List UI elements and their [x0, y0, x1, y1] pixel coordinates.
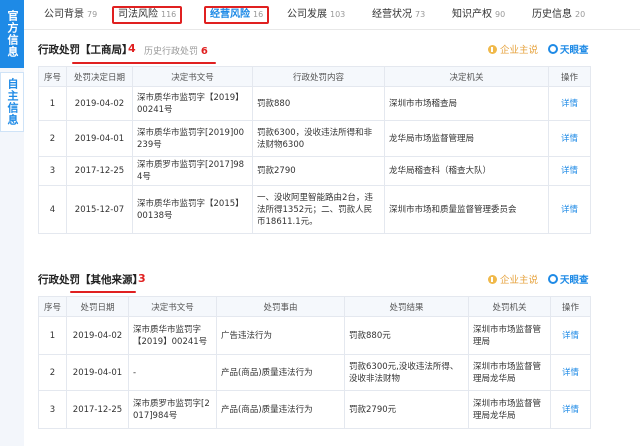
col-header: 处罚日期 [66, 296, 129, 317]
col-header: 处罚事由 [216, 296, 345, 317]
nav-business-risk[interactable]: 经营风险 16 [204, 6, 270, 24]
enterprise-say-button[interactable]: 企业主说 [488, 272, 538, 286]
section1-annotation-number: 4 [128, 42, 136, 55]
cell-date: 2019-04-01 [66, 120, 133, 157]
table-row: 4 2015-12-07 深市质华市监罚字【2015】00138号 一、没收阿里… [38, 185, 591, 234]
penalty-table-aic: 序号 处罚决定日期 决定书文号 行政处罚内容 决定机关 操作 1 2019-04… [38, 66, 591, 234]
cell-authority: 深圳市市场稽查局 [384, 86, 549, 121]
table-row: 2 2019-04-01 - 产品(商品)质量违法行为 罚款6300元,没收违法… [38, 354, 591, 391]
enterprise-say-icon [488, 274, 497, 284]
history-penalty-link[interactable]: 历史行政处罚 6 [144, 44, 208, 57]
cell-doc-number: 深市质华市监罚字【2015】00138号 [132, 185, 253, 234]
table-row: 1 2019-04-02 深市质华市监罚字【2019】00241号 广告违法行为… [38, 316, 591, 355]
cell-authority: 深圳市市场监督管理局龙华局 [468, 354, 551, 391]
table-header-row: 序号 处罚日期 决定书文号 处罚事由 处罚结果 处罚机关 操作 [38, 296, 591, 317]
col-header: 行政处罚内容 [252, 66, 385, 87]
cell-doc-number: 深市质华市监罚字【2019】00241号 [132, 86, 253, 121]
cell-index: 2 [38, 354, 67, 391]
table-row: 3 2017-12-25 深市质罗市监罚字[2017]984号 产品(商品)质量… [38, 390, 591, 429]
cell-date: 2017-12-25 [66, 390, 129, 429]
tianyancha-icon [548, 274, 559, 284]
annotation-underline [72, 62, 216, 64]
col-header: 处罚决定日期 [66, 66, 133, 87]
cell-authority: 深圳市市场监督管理局龙华局 [468, 390, 551, 429]
col-header: 操作 [550, 296, 591, 317]
section1-tools: 企业主说 天眼查 [488, 42, 589, 56]
cell-reason: 广告违法行为 [216, 316, 345, 355]
side-tab-bar: 官方信息 自主信息 [0, 0, 24, 446]
tianyancha-logo[interactable]: 天眼查 [548, 272, 589, 286]
nav-company-development[interactable]: 公司发展 103 [287, 6, 345, 24]
cell-doc-number: 深市质华市监罚字[2019]00239号 [132, 120, 253, 157]
col-header: 处罚机关 [468, 296, 551, 317]
cell-authority: 深圳市市场监督管理局 [468, 316, 551, 355]
cell-content: 罚款6300，没收违法所得和非法财物6300 [252, 120, 385, 157]
section2-annotation-number: 3 [138, 272, 146, 285]
cell-content: 一、没收阿里智能路由2台，违法所得1352元；二、罚款人民币18611.1元。 [252, 185, 385, 234]
section1-title: 行政处罚【工商局】 [38, 44, 133, 56]
tianyancha-icon [548, 44, 559, 54]
cell-doc-number: 深市质罗市监罚字[2017]984号 [128, 390, 217, 429]
cell-content: 罚款2790 [252, 156, 385, 186]
nav-history-info[interactable]: 历史信息 20 [532, 6, 585, 24]
cell-authority: 深圳市市场和质量监督管理委员会 [384, 185, 549, 234]
detail-link[interactable]: 详情 [550, 390, 591, 429]
tianyancha-logo[interactable]: 天眼查 [548, 42, 589, 56]
table-row: 1 2019-04-02 深市质华市监罚字【2019】00241号 罚款880 … [38, 86, 591, 121]
cell-index: 3 [38, 390, 67, 429]
enterprise-say-icon [488, 44, 497, 54]
nav-judicial-risk[interactable]: 司法风险 116 [112, 6, 183, 24]
cell-result: 罚款2790元 [344, 390, 469, 429]
section2-title: 行政处罚【其他来源】 [38, 274, 143, 286]
col-header: 决定机关 [384, 66, 549, 87]
cell-result: 罚款880元 [344, 316, 469, 355]
section2-tools: 企业主说 天眼查 [488, 272, 589, 286]
detail-link[interactable]: 详情 [548, 120, 591, 157]
cell-doc-number: 深市质罗市监罚字[2017]984号 [132, 156, 253, 186]
cell-date: 2019-04-02 [66, 86, 133, 121]
cell-authority: 龙华局稽查科（稽查大队） [384, 156, 549, 186]
cell-index: 4 [38, 185, 67, 234]
cell-date: 2017-12-25 [66, 156, 133, 186]
col-header: 决定书文号 [132, 66, 253, 87]
enterprise-say-button[interactable]: 企业主说 [488, 42, 538, 56]
side-tab-official[interactable]: 官方信息 [0, 0, 24, 68]
annotation-underline [70, 291, 136, 293]
cell-index: 1 [38, 316, 67, 355]
col-header: 序号 [38, 296, 67, 317]
top-nav: 公司背景 79 司法风险 116 经营风险 16 公司发展 103 经营状况 73 知识产… [24, 0, 640, 30]
cell-index: 3 [38, 156, 67, 186]
nav-business-status[interactable]: 经营状况 73 [372, 6, 425, 24]
cell-reason: 产品(商品)质量违法行为 [216, 354, 345, 391]
detail-link[interactable]: 详情 [548, 156, 591, 186]
cell-content: 罚款880 [252, 86, 385, 121]
cell-index: 2 [38, 120, 67, 157]
cell-index: 1 [38, 86, 67, 121]
col-header: 决定书文号 [128, 296, 217, 317]
table-row: 2 2019-04-01 深市质华市监罚字[2019]00239号 罚款6300… [38, 120, 591, 157]
cell-date: 2015-12-07 [66, 185, 133, 234]
col-header: 处罚结果 [344, 296, 469, 317]
cell-doc-number: 深市质华市监罚字【2019】00241号 [128, 316, 217, 355]
cell-date: 2019-04-02 [66, 316, 129, 355]
penalty-table-other: 序号 处罚日期 决定书文号 处罚事由 处罚结果 处罚机关 操作 1 2019-0… [38, 296, 591, 429]
cell-reason: 产品(商品)质量违法行为 [216, 390, 345, 429]
cell-authority: 龙华局市场监督管理局 [384, 120, 549, 157]
side-tab-self[interactable]: 自主信息 [0, 72, 24, 132]
detail-link[interactable]: 详情 [550, 316, 591, 355]
nav-intellectual-property[interactable]: 知识产权 90 [452, 6, 505, 24]
cell-result: 罚款6300元,没收违法所得、没收非法财物 [344, 354, 469, 391]
cell-doc-number: - [128, 354, 217, 391]
col-header: 序号 [38, 66, 67, 87]
detail-link[interactable]: 详情 [550, 354, 591, 391]
col-header: 操作 [548, 66, 591, 87]
table-header-row: 序号 处罚决定日期 决定书文号 行政处罚内容 决定机关 操作 [38, 66, 591, 87]
cell-date: 2019-04-01 [66, 354, 129, 391]
detail-link[interactable]: 详情 [548, 185, 591, 234]
table-row: 3 2017-12-25 深市质罗市监罚字[2017]984号 罚款2790 龙… [38, 156, 591, 186]
nav-company-background[interactable]: 公司背景 79 [44, 6, 97, 24]
detail-link[interactable]: 详情 [548, 86, 591, 121]
